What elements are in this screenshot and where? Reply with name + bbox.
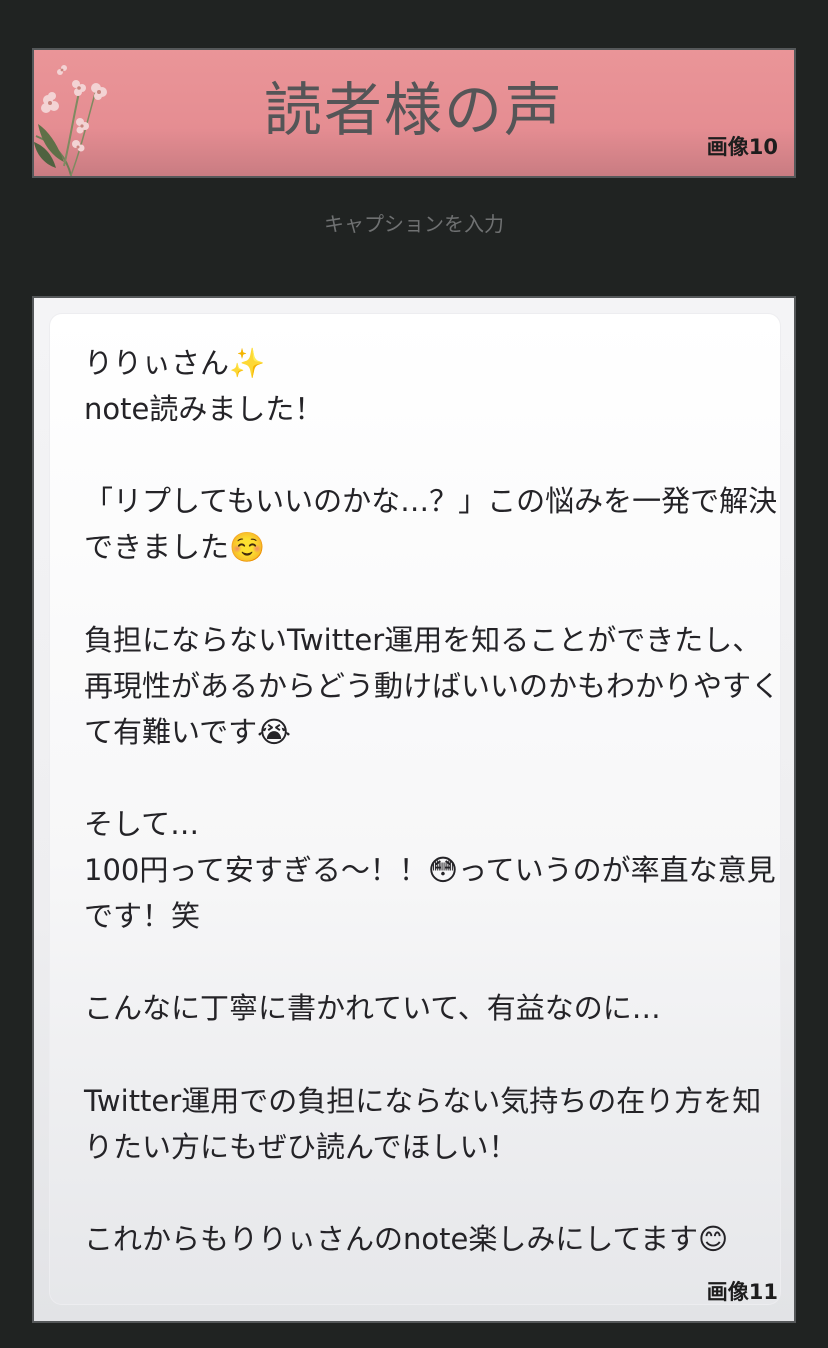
testimonial-text: りりぃさん✨ note読みました！ 「リプしてもいいのかな…？」この悩みを一発で… [84,346,781,1256]
image-11-frame[interactable]: りりぃさん✨ note読みました！ 「リプしてもいいのかな…？」この悩みを一発で… [32,296,796,1323]
caption-input[interactable]: キャプションを入力 [0,210,828,238]
image-number-label: 画像11 [706,1280,778,1304]
image-number-label: 画像10 [706,135,778,159]
image-10-banner[interactable]: 読者様の声 画像10 [32,48,796,178]
banner-title: 読者様の声 [263,76,564,144]
testimonial-card: りりぃさん✨ note読みました！ 「リプしてもいいのかな…？」この悩みを一発で… [50,314,780,1304]
